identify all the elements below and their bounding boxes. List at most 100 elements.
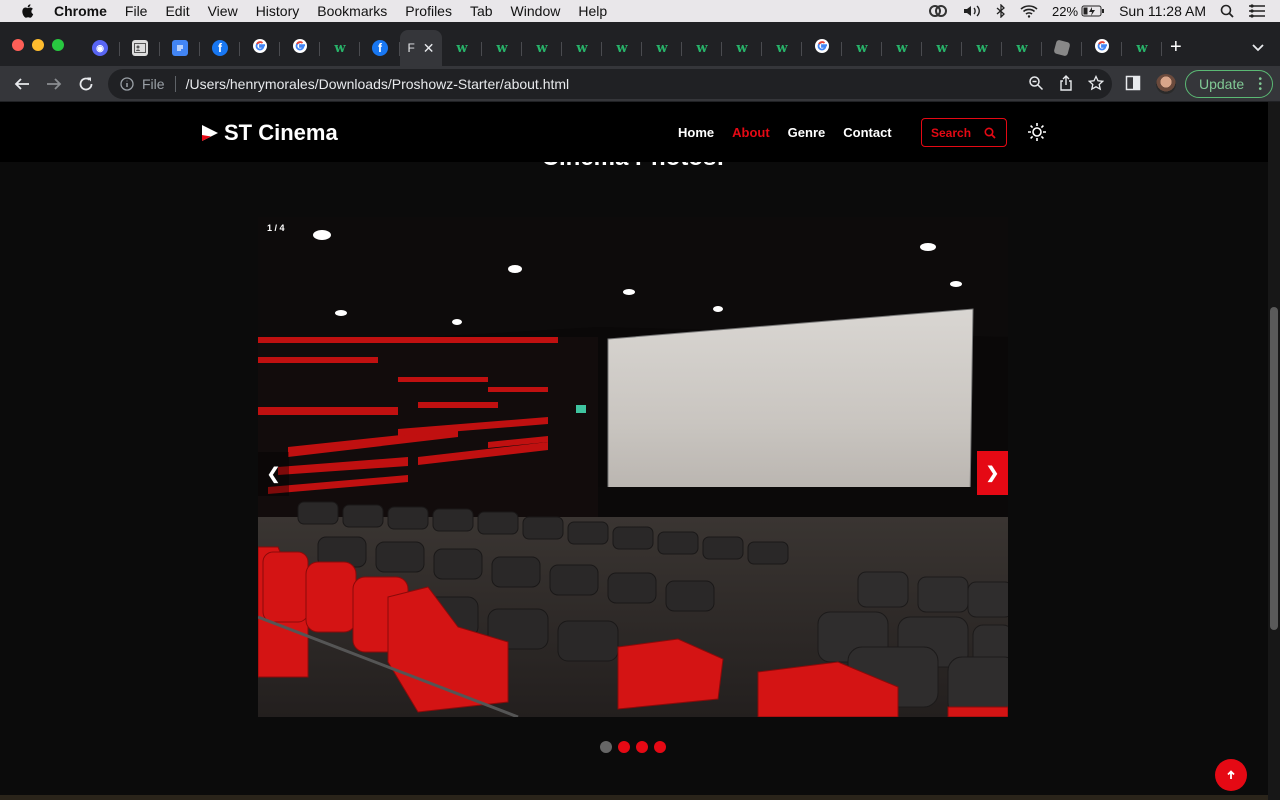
site-nav-links: Home About Genre Contact — [678, 125, 910, 140]
menu-app-name[interactable]: Chrome — [54, 3, 107, 19]
nav-genre[interactable]: Genre — [788, 125, 826, 140]
active-tab-letter: F — [407, 41, 415, 55]
w-icon: w — [576, 40, 588, 56]
tab-active[interactable]: F ✕ — [400, 30, 442, 66]
next-slide-button[interactable]: ❯ — [977, 451, 1008, 495]
back-button[interactable] — [12, 74, 32, 94]
url-text[interactable]: /Users/henrymorales/Downloads/Proshowz-S… — [186, 76, 570, 92]
site-navbar: ST Cinema Home About Genre Contact Searc… — [0, 102, 1268, 162]
window-controls — [12, 39, 64, 51]
play-logo-icon — [202, 125, 218, 141]
back-to-top-button[interactable] — [1215, 759, 1247, 791]
w-icon: w — [976, 40, 988, 56]
tab-6[interactable]: w — [320, 33, 360, 63]
url-scheme: File — [142, 76, 165, 92]
volume-icon[interactable] — [962, 4, 982, 18]
spotlight-icon[interactable] — [1220, 4, 1234, 18]
contact-card-icon — [132, 40, 148, 56]
tab-14[interactable]: w — [642, 33, 682, 63]
site-logo[interactable]: ST Cinema — [200, 120, 338, 146]
tab-11[interactable]: w — [522, 33, 562, 63]
scrollbar-thumb[interactable] — [1270, 307, 1278, 630]
update-button[interactable]: Update • • • — [1185, 70, 1273, 98]
tab-22[interactable]: w — [962, 33, 1002, 63]
apple-icon[interactable] — [20, 3, 38, 19]
bookmark-star-icon[interactable] — [1087, 74, 1105, 94]
slide-dot-3[interactable] — [636, 741, 648, 753]
new-tab-button[interactable]: + — [1170, 36, 1182, 59]
nav-contact[interactable]: Contact — [843, 125, 891, 140]
menu-tab[interactable]: Tab — [470, 3, 493, 19]
search-button[interactable]: Search — [921, 118, 1007, 147]
menu-help[interactable]: Help — [578, 3, 607, 19]
tab-search-icon[interactable] — [1252, 39, 1264, 57]
menu-bookmarks[interactable]: Bookmarks — [317, 3, 387, 19]
side-panel-icon[interactable] — [1125, 75, 1141, 96]
tab-15[interactable]: w — [682, 33, 722, 63]
w-icon: w — [656, 40, 668, 56]
prev-slide-button[interactable]: ❮ — [258, 452, 289, 496]
page-scrollbar[interactable] — [1268, 102, 1280, 800]
search-label: Search — [931, 125, 972, 140]
tab-5[interactable] — [280, 33, 320, 63]
battery-icon[interactable] — [1081, 5, 1105, 17]
site-info-icon[interactable] — [120, 77, 134, 91]
theme-toggle-sun-icon[interactable] — [1027, 122, 1047, 147]
tab-21[interactable]: w — [922, 33, 962, 63]
menu-history[interactable]: History — [256, 3, 300, 19]
close-window-button[interactable] — [12, 39, 24, 51]
tab-9[interactable]: w — [442, 33, 482, 63]
menu-window[interactable]: Window — [511, 3, 561, 19]
share-icon[interactable] — [1058, 75, 1074, 94]
tab-12[interactable]: w — [562, 33, 602, 63]
address-bar[interactable]: File /Users/henrymorales/Downloads/Prosh… — [108, 69, 1112, 99]
tab-4[interactable] — [240, 33, 280, 63]
tab-7[interactable]: f — [360, 33, 400, 63]
profile-avatar[interactable] — [1156, 74, 1176, 94]
slide-counter: 1 / 4 — [267, 223, 285, 233]
menu-view[interactable]: View — [208, 3, 238, 19]
tab-16[interactable]: w — [722, 33, 762, 63]
tab-13[interactable]: w — [602, 33, 642, 63]
web-page: Cinema Photos: ST Cinema Home About Genr… — [0, 102, 1268, 800]
tab-19[interactable]: w — [842, 33, 882, 63]
slide-dot-2[interactable] — [618, 741, 630, 753]
tab-20[interactable]: w — [882, 33, 922, 63]
minimize-window-button[interactable] — [32, 39, 44, 51]
wifi-icon[interactable] — [1020, 4, 1038, 18]
omnibox-actions — [1028, 74, 1105, 94]
tab-18[interactable] — [802, 33, 842, 63]
slide-indicators — [600, 741, 666, 753]
tab-25[interactable] — [1082, 33, 1122, 63]
nav-home[interactable]: Home — [678, 125, 714, 140]
menu-profiles[interactable]: Profiles — [405, 3, 452, 19]
tab-23[interactable]: w — [1002, 33, 1042, 63]
tab-2[interactable] — [160, 33, 200, 63]
tab-26[interactable]: w — [1122, 33, 1162, 63]
forward-button[interactable] — [44, 74, 64, 94]
close-tab-icon[interactable]: ✕ — [423, 40, 435, 57]
tab-0[interactable]: ◉ — [80, 33, 120, 63]
zoom-icon[interactable] — [1028, 75, 1044, 94]
slide-dot-4[interactable] — [654, 741, 666, 753]
bluetooth-icon[interactable] — [996, 4, 1006, 18]
reload-button[interactable] — [76, 74, 96, 94]
tab-3[interactable]: f — [200, 33, 240, 63]
tab-24[interactable] — [1042, 33, 1082, 63]
browser-tab-strip: ◉ f w f F ✕ w w w w w w w w w w w w w w w + — [0, 22, 1280, 66]
tab-17[interactable]: w — [762, 33, 802, 63]
tab-1[interactable] — [120, 33, 160, 63]
slide-dot-1[interactable] — [600, 741, 612, 753]
zoom-window-button[interactable] — [52, 39, 64, 51]
nav-about[interactable]: About — [732, 125, 770, 140]
more-menu-icon[interactable]: • • • — [1258, 75, 1262, 95]
control-center-icon[interactable] — [1248, 4, 1266, 18]
clock[interactable]: Sun 11:28 AM — [1119, 3, 1206, 19]
menu-edit[interactable]: Edit — [165, 3, 189, 19]
menu-file[interactable]: File — [125, 3, 148, 19]
google-icon — [252, 38, 268, 59]
w-icon: w — [736, 40, 748, 56]
tab-10[interactable]: w — [482, 33, 522, 63]
creative-cloud-icon[interactable] — [928, 4, 948, 18]
w-icon: w — [776, 40, 788, 56]
